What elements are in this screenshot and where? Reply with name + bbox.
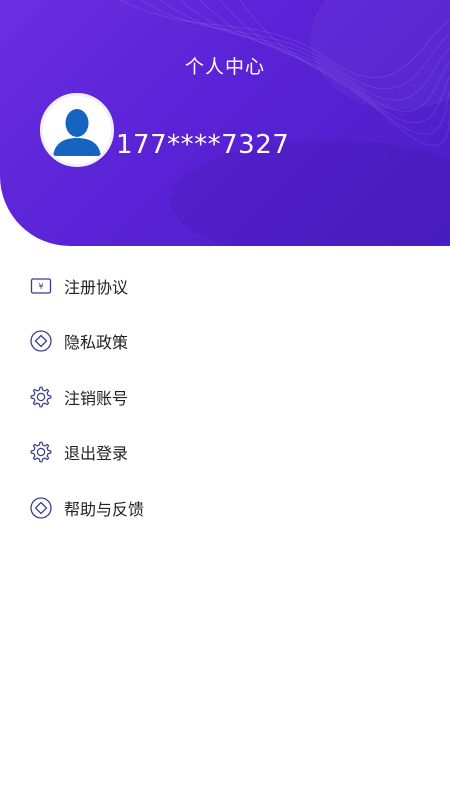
menu-item-registration-agreement[interactable]: ¥ 注册协议: [0, 258, 450, 314]
menu-item-delete-account[interactable]: 注销账号: [0, 369, 450, 425]
gear-icon: [30, 386, 52, 408]
user-silhouette-icon: [43, 96, 111, 164]
menu-item-logout[interactable]: 退出登录: [0, 425, 450, 481]
menu-item-label: 隐私政策: [64, 333, 129, 353]
menu-item-privacy-policy[interactable]: 隐私政策: [0, 314, 450, 370]
menu-item-label: 注册协议: [64, 277, 129, 297]
settings-menu: ¥ 注册协议 隐私政策 注销账号 退出登录 帮助与反馈: [0, 258, 450, 536]
user-phone-number: 177****7327: [116, 130, 290, 160]
diamond-circle-icon: [30, 497, 52, 519]
svg-text:¥: ¥: [38, 282, 43, 291]
menu-item-label: 帮助与反馈: [64, 499, 145, 519]
gear-icon: [30, 441, 52, 463]
page-title: 个人中心: [184, 56, 265, 78]
menu-item-help-feedback[interactable]: 帮助与反馈: [0, 480, 450, 536]
yuan-card-icon: ¥: [30, 275, 52, 297]
menu-item-label: 注销账号: [64, 388, 129, 408]
profile-header: 个人中心 177****7327: [0, 0, 450, 246]
menu-item-label: 退出登录: [64, 444, 129, 464]
diamond-circle-icon: [30, 330, 52, 352]
avatar[interactable]: [40, 93, 114, 167]
